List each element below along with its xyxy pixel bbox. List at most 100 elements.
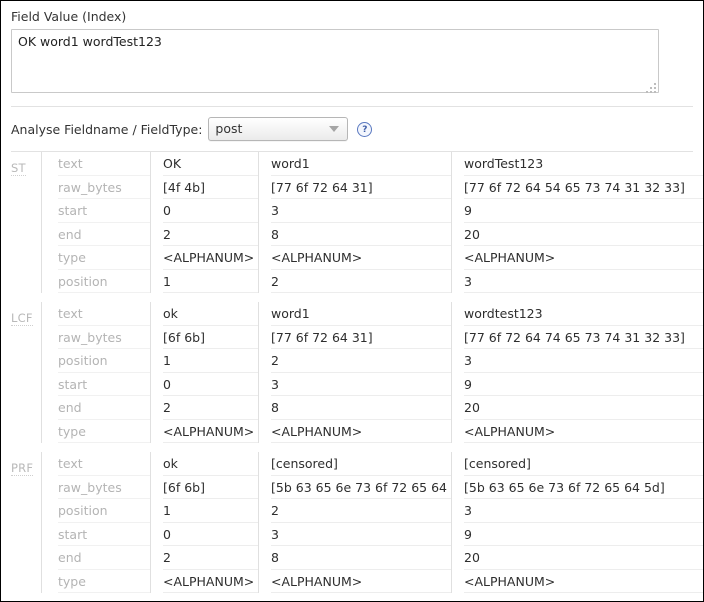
token-column: wordTest123 [77 6f 72 64 54 65 73 74 31 3… xyxy=(451,152,703,293)
token-value-position: 2 xyxy=(271,349,451,373)
token-value-type: <ALPHANUM> xyxy=(163,570,258,593)
analysis-group-key: ST xyxy=(1,152,29,293)
token-value-position: 1 xyxy=(163,349,258,373)
field-value-section: Field Value (Index) xyxy=(1,1,703,96)
token-value-type: <ALPHANUM> xyxy=(163,420,258,443)
token-value-end: 8 xyxy=(271,396,451,420)
token-value-start: 0 xyxy=(163,199,258,223)
attribute-label-raw_bytes: raw_bytes xyxy=(58,176,150,199)
token-value-type: <ALPHANUM> xyxy=(271,570,451,593)
attribute-label-start: start xyxy=(58,373,150,396)
token-value-end: 2 xyxy=(163,546,258,570)
token-value-end: 2 xyxy=(163,223,258,246)
token-value-text: [censored] xyxy=(271,452,451,476)
token-value-text: wordTest123 xyxy=(464,152,703,176)
token-value-type: <ALPHANUM> xyxy=(163,246,258,270)
token-value-end: 2 xyxy=(163,396,258,420)
attribute-name-column: text raw_bytes position start end type xyxy=(41,302,150,443)
token-value-text: word1 xyxy=(271,302,451,326)
attribute-label-text: text xyxy=(58,302,150,326)
token-value-raw_bytes: [77 6f 72 64 74 65 73 74 31 32 33] xyxy=(464,326,703,349)
attribute-label-end: end xyxy=(58,223,150,246)
token-column: [censored][5b 63 65 6e 73 6f 72 65 64 5d… xyxy=(451,452,703,593)
analysis-group-key: LCF xyxy=(1,302,33,443)
analysis-page: Field Value (Index) Analyse Fieldname / … xyxy=(0,0,704,602)
analyzer-abbr-lcf[interactable]: LCF xyxy=(11,311,33,326)
token-value-raw_bytes: [77 6f 72 64 31] xyxy=(271,176,451,199)
token-value-start: 9 xyxy=(464,523,703,546)
token-value-text: word1 xyxy=(271,152,451,176)
attribute-label-type: type xyxy=(58,420,150,443)
token-value-raw_bytes: [5b 63 65 6e 73 6f 72 65 64 5d] xyxy=(464,476,703,499)
token-value-start: 0 xyxy=(163,523,258,546)
analyzer-abbr-st[interactable]: ST xyxy=(11,161,26,176)
token-value-type: <ALPHANUM> xyxy=(464,570,703,593)
token-value-type: <ALPHANUM> xyxy=(271,420,451,443)
token-value-position: 3 xyxy=(464,349,703,373)
token-column: wordtest123 [77 6f 72 64 74 65 73 74 31 3… xyxy=(451,302,703,443)
field-value-textarea-wrap xyxy=(11,29,659,96)
attribute-label-position: position xyxy=(58,499,150,523)
token-column: ok [6f 6b] 1 0 2 <ALPHANUM> xyxy=(150,302,258,443)
analyse-fieldtype-row: Analyse Fieldname / FieldType: post ? xyxy=(1,107,703,151)
attribute-label-raw_bytes: raw_bytes xyxy=(58,476,150,499)
field-value-input[interactable] xyxy=(11,29,659,93)
token-value-end: 8 xyxy=(271,546,451,570)
token-value-text: [censored] xyxy=(464,452,703,476)
attribute-label-start: start xyxy=(58,199,150,223)
analyse-fieldtype-label: Analyse Fieldname / FieldType: xyxy=(11,121,203,137)
token-value-text: ok xyxy=(163,452,258,476)
attribute-label-end: end xyxy=(58,546,150,570)
token-value-raw_bytes: [77 6f 72 64 31] xyxy=(271,326,451,349)
attribute-label-text: text xyxy=(58,452,150,476)
analysis-group: ST text raw_bytes start end type position OK [4f… xyxy=(1,152,703,293)
chevron-down-icon xyxy=(329,126,340,132)
attribute-label-type: type xyxy=(58,246,150,270)
token-column: [censored][5b 63 65 6e 73 6f 72 65 64 5d… xyxy=(258,452,451,593)
token-value-position: 1 xyxy=(163,499,258,523)
token-value-raw_bytes: [6f 6b] xyxy=(163,326,258,349)
token-value-position: 2 xyxy=(271,270,451,293)
analysis-group-key: PRF xyxy=(1,452,34,593)
token-value-start: 9 xyxy=(464,373,703,396)
token-value-text: wordtest123 xyxy=(464,302,703,326)
token-value-raw_bytes: [6f 6b] xyxy=(163,476,258,499)
attribute-label-end: end xyxy=(58,396,150,420)
token-column: ok [6f 6b] 1 0 2 <ALPHANUM> xyxy=(150,452,258,593)
attribute-label-start: start xyxy=(58,523,150,546)
token-value-type: <ALPHANUM> xyxy=(464,420,703,443)
token-value-end: 20 xyxy=(464,546,703,570)
attribute-label-raw_bytes: raw_bytes xyxy=(58,326,150,349)
token-value-start: 9 xyxy=(464,199,703,223)
token-column: word1 [77 6f 72 64 31] 3 8 <ALPHANUM> 2 xyxy=(258,152,451,293)
help-icon[interactable]: ? xyxy=(357,121,373,137)
token-value-type: <ALPHANUM> xyxy=(464,246,703,270)
token-value-start: 3 xyxy=(271,373,451,396)
token-value-raw_bytes: [4f 4b] xyxy=(163,176,258,199)
attribute-label-type: type xyxy=(58,570,150,593)
attribute-label-position: position xyxy=(58,270,150,293)
token-value-end: 8 xyxy=(271,223,451,246)
token-column: OK [4f 4b] 0 2 <ALPHANUM> 1 xyxy=(150,152,258,293)
fieldtype-select[interactable]: post xyxy=(208,117,349,141)
analysis-group: LCF text raw_bytes position start end type ok [6… xyxy=(1,302,703,443)
token-value-start: 3 xyxy=(271,199,451,223)
token-value-start: 0 xyxy=(163,373,258,396)
token-value-end: 20 xyxy=(464,223,703,246)
field-value-label: Field Value (Index) xyxy=(11,9,127,24)
token-column: word1 [77 6f 72 64 31] 2 3 8 <ALPHANUM> xyxy=(258,302,451,443)
analysis-table: ST text raw_bytes start end type position OK [4f… xyxy=(1,152,703,593)
token-value-type: <ALPHANUM> xyxy=(271,246,451,270)
token-value-position: 2 xyxy=(271,499,451,523)
attribute-name-column: text raw_bytes position start end type xyxy=(41,452,150,593)
attribute-label-position: position xyxy=(58,349,150,373)
analyzer-abbr-prf[interactable]: PRF xyxy=(11,461,34,476)
token-value-end: 20 xyxy=(464,396,703,420)
attribute-label-text: text xyxy=(58,152,150,176)
fieldtype-select-value: post xyxy=(215,121,243,136)
token-value-position: 3 xyxy=(464,270,703,293)
attribute-name-column: text raw_bytes start end type position xyxy=(41,152,150,293)
token-value-raw_bytes: [5b 63 65 6e 73 6f 72 65 64 5d] xyxy=(271,476,451,499)
